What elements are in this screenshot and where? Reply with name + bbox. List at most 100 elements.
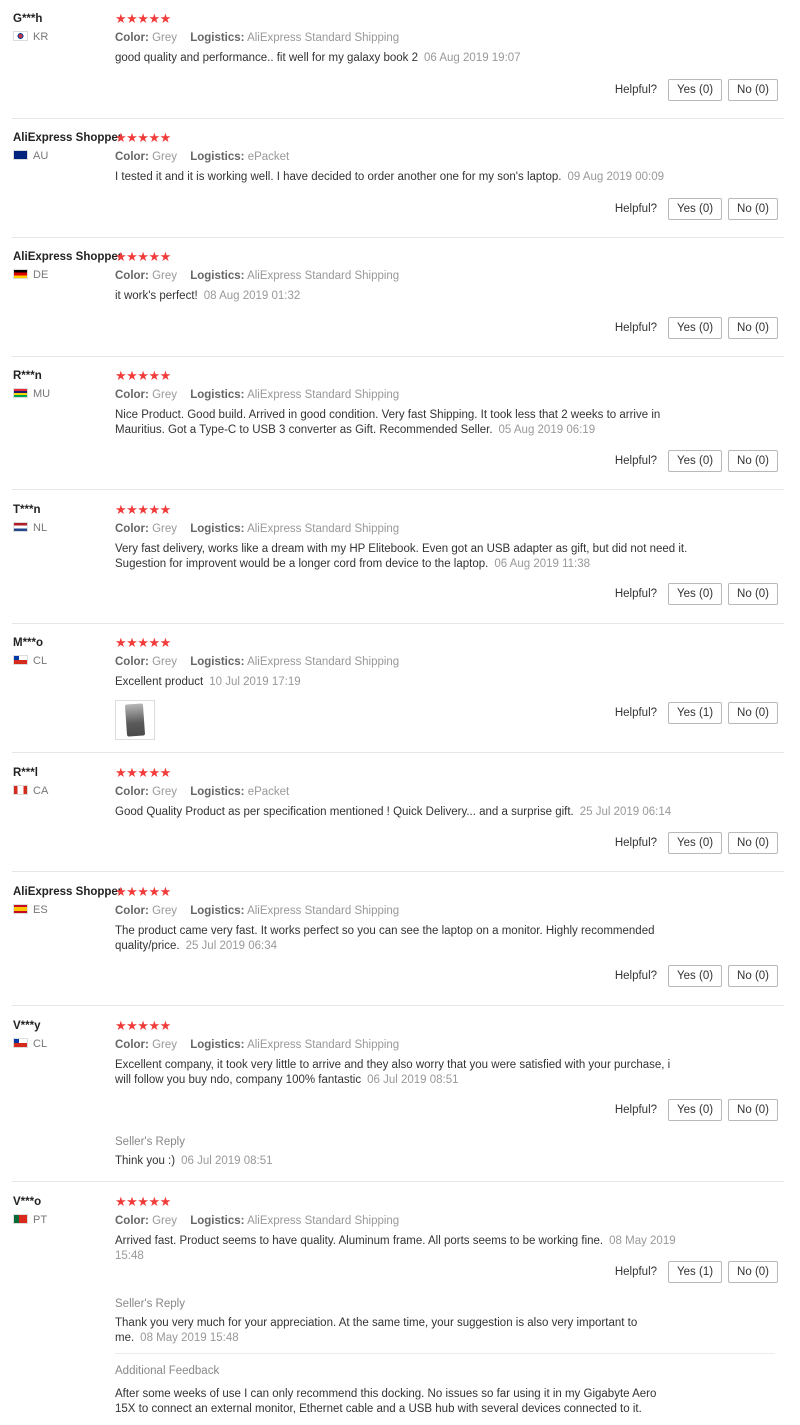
helpful-yes-button[interactable]: Yes (0) [668, 583, 723, 605]
helpful-label: Helpful? [614, 1266, 658, 1278]
helpful-yes-button[interactable]: Yes (0) [668, 450, 723, 472]
flag-pt-icon [13, 1214, 28, 1224]
country-code: NL [33, 522, 48, 534]
flag-kr-icon [13, 31, 28, 41]
review-content: ★★★★★ Color: Grey Logistics: AliExpress … [115, 636, 715, 740]
helpful-no-button[interactable]: No (0) [728, 450, 778, 472]
helpful-yes-button[interactable]: Yes (0) [668, 198, 723, 220]
color-value: Grey [152, 656, 177, 668]
helpful-yes-button[interactable]: Yes (1) [668, 1261, 723, 1283]
helpful-no-button[interactable]: No (0) [728, 317, 778, 339]
country-code: DE [33, 269, 49, 281]
buyer-name: V***y [13, 1020, 41, 1032]
review-item: T***n NL ★★★★★ Color: Grey Logistics: Al… [12, 497, 784, 624]
logistics-label: Logistics: [190, 656, 245, 668]
buyer-name: V***o [13, 1196, 42, 1208]
buyer-info: V***o PT [13, 1195, 113, 1226]
color-value: Grey [152, 523, 177, 535]
order-info: Color: Grey Logistics: AliExpress Standa… [115, 31, 715, 45]
logistics-value: AliExpress Standard Shipping [247, 389, 400, 401]
seller-reply-time: 08 May 2019 15:48 [140, 1332, 239, 1344]
review-text-block: The product came very fast. It works per… [115, 924, 655, 954]
rating-stars: ★★★★★ [115, 502, 171, 517]
seller-reply-time: 06 Jul 2019 08:51 [181, 1155, 273, 1167]
helpful-yes-button[interactable]: Yes (0) [668, 317, 723, 339]
review-content: ★★★★★ Color: Grey Logistics: AliExpress … [115, 12, 715, 66]
review-time: 06 Jul 2019 08:51 [367, 1074, 459, 1086]
additional-feedback-title: Additional Feedback [115, 1365, 220, 1377]
color-value: Grey [152, 270, 177, 282]
logistics-value: AliExpress Standard Shipping [247, 32, 400, 44]
logistics-value: ePacket [247, 151, 290, 163]
color-value: Grey [152, 389, 177, 401]
helpful-no-button[interactable]: No (0) [728, 583, 778, 605]
helpful-vote: Helpful? Yes (0) No (0) [615, 79, 778, 101]
review-time: 05 Aug 2019 06:19 [498, 424, 596, 436]
review-text-block: Excellent product 10 Jul 2019 17:19 [115, 675, 695, 690]
helpful-yes-button[interactable]: Yes (0) [668, 832, 723, 854]
review-content: ★★★★★ Color: Grey Logistics: AliExpress … [115, 503, 715, 572]
buyer-info: AliExpress Shopper ES [13, 885, 122, 916]
order-info: Color: Grey Logistics: AliExpress Standa… [115, 388, 715, 402]
review-text: I tested it and it is working well. I ha… [115, 171, 562, 183]
buyer-info: R***l CA [13, 766, 113, 797]
helpful-no-button[interactable]: No (0) [728, 1099, 778, 1121]
rating-stars: ★★★★★ [115, 368, 171, 383]
seller-reply: Seller's Reply Thank you very much for y… [115, 1297, 775, 1346]
buyer-country: MU [13, 388, 113, 400]
helpful-yes-button[interactable]: Yes (0) [668, 1099, 723, 1121]
buyer-country: PT [13, 1214, 113, 1226]
review-text-block: it work's perfect! 08 Aug 2019 01:32 [115, 289, 695, 304]
review-photo-thumbnail[interactable] [115, 700, 155, 740]
country-code: CL [33, 1038, 48, 1050]
helpful-label: Helpful? [614, 970, 658, 982]
helpful-vote: Helpful? Yes (0) No (0) [615, 965, 778, 987]
helpful-label: Helpful? [614, 84, 658, 96]
logistics-label: Logistics: [190, 1039, 245, 1051]
buyer-country: CA [13, 785, 113, 797]
helpful-yes-button[interactable]: Yes (0) [668, 965, 723, 987]
buyer-info: R***n MU [13, 369, 113, 400]
helpful-no-button[interactable]: No (0) [728, 702, 778, 724]
helpful-yes-button[interactable]: Yes (0) [668, 79, 723, 101]
country-code: KR [33, 31, 49, 43]
helpful-yes-button[interactable]: Yes (1) [668, 702, 723, 724]
helpful-no-button[interactable]: No (0) [728, 198, 778, 220]
helpful-label: Helpful? [614, 588, 658, 600]
helpful-no-button[interactable]: No (0) [728, 965, 778, 987]
logistics-label: Logistics: [190, 151, 245, 163]
flag-de-icon [13, 269, 28, 279]
order-info: Color: Grey Logistics: ePacket [115, 785, 715, 799]
buyer-country: CL [13, 655, 113, 667]
buyer-name: AliExpress Shopper [13, 251, 123, 263]
helpful-vote: Helpful? Yes (1) No (0) [615, 1261, 778, 1283]
rating-stars: ★★★★★ [115, 765, 171, 780]
logistics-label: Logistics: [190, 270, 245, 282]
review-content: ★★★★★ Color: Grey Logistics: AliExpress … [115, 369, 715, 438]
review-text-block: Nice Product. Good build. Arrived in goo… [115, 408, 695, 438]
review-content: ★★★★★ Color: Grey Logistics: AliExpress … [115, 250, 715, 304]
buyer-country: ES [13, 904, 113, 916]
logistics-value: AliExpress Standard Shipping [247, 523, 400, 535]
order-info: Color: Grey Logistics: AliExpress Standa… [115, 655, 715, 669]
country-code: AU [33, 150, 49, 162]
buyer-country: KR [13, 31, 113, 43]
review-text-block: Very fast delivery, works like a dream w… [115, 542, 695, 572]
color-value: Grey [152, 32, 177, 44]
order-info: Color: Grey Logistics: AliExpress Standa… [115, 522, 715, 536]
review-item: R***l CA ★★★★★ Color: Grey Logistics: eP… [12, 760, 784, 872]
helpful-no-button[interactable]: No (0) [728, 1261, 778, 1283]
review-time: 08 Aug 2019 01:32 [203, 290, 301, 302]
color-value: Grey [152, 151, 177, 163]
logistics-label: Logistics: [190, 523, 245, 535]
review-content: ★★★★★ Color: Grey Logistics: AliExpress … [115, 885, 715, 954]
helpful-no-button[interactable]: No (0) [728, 832, 778, 854]
buyer-country: CL [13, 1038, 113, 1050]
review-time: 25 Jul 2019 06:14 [579, 806, 672, 818]
review-time: 06 Aug 2019 19:07 [424, 52, 521, 64]
helpful-no-button[interactable]: No (0) [728, 79, 778, 101]
logistics-value: AliExpress Standard Shipping [247, 905, 400, 917]
review-text: it work's perfect! [115, 290, 198, 302]
color-value: Grey [152, 905, 177, 917]
order-info: Color: Grey Logistics: ePacket [115, 150, 715, 164]
